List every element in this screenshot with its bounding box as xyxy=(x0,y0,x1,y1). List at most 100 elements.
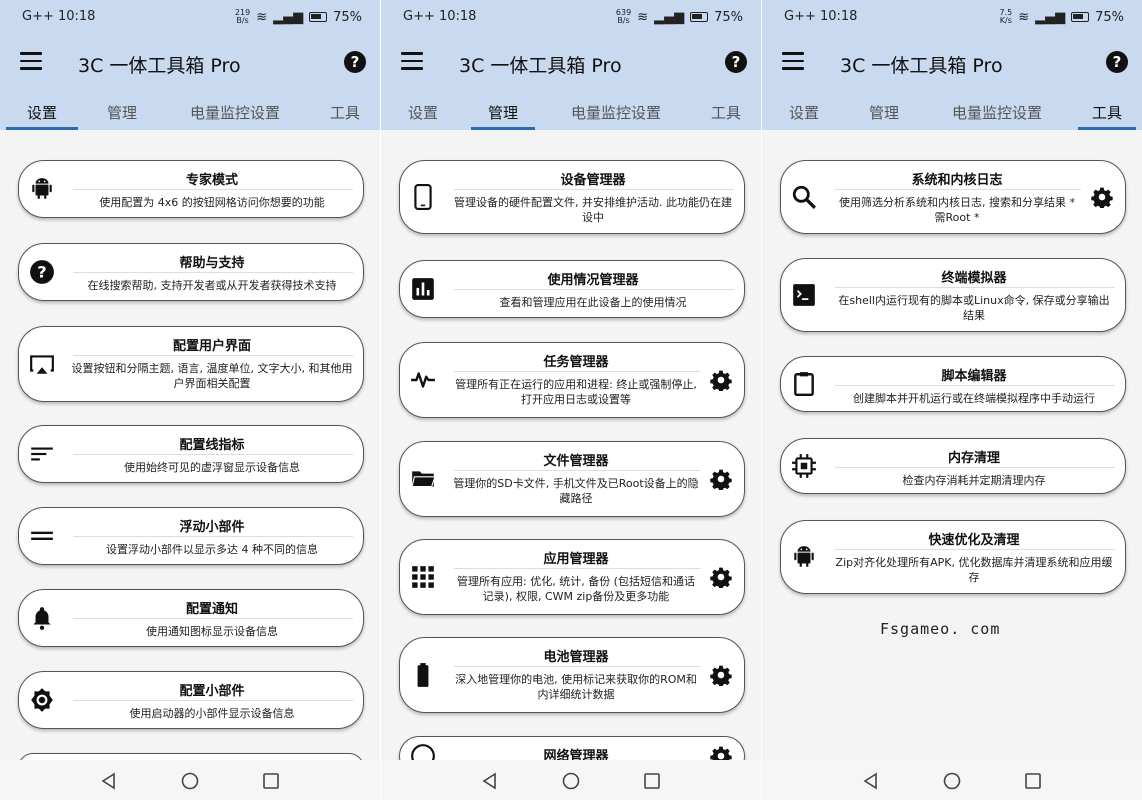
feature-card[interactable]: 系统和内核日志 使用筛选分析系统和内核日志, 搜索和分享结果 * 需Root * xyxy=(780,160,1126,234)
screen-1: G++ 10:18 219 B/s ≋ ▂▄▆ 75% 3C 一体工具箱 Pro … xyxy=(0,0,380,800)
tab-3[interactable]: 工具 xyxy=(1072,94,1142,130)
menu-icon[interactable] xyxy=(20,52,42,70)
tab-1[interactable]: 管理 xyxy=(846,94,922,130)
feature-description: 设置浮动小部件以显示多达 4 种不同的信息 xyxy=(106,543,318,556)
feature-title: 网络管理器 xyxy=(543,749,609,760)
feature-title: 帮助与支持 xyxy=(179,256,245,271)
menu-icon[interactable] xyxy=(782,52,804,70)
tab-3[interactable]: 工具 xyxy=(691,94,761,130)
feature-card[interactable]: 文件管理器 管理你的SD卡文件, 手机文件及已Root设备上的隐藏路径 xyxy=(399,441,745,517)
recents-icon[interactable] xyxy=(262,772,280,790)
recents-icon[interactable] xyxy=(1024,772,1042,790)
feature-title: 快速优化及清理 xyxy=(928,533,1020,548)
tab-0[interactable]: 设置 xyxy=(0,94,84,130)
app-bar: 3C 一体工具箱 Pro ? xyxy=(381,34,761,94)
feature-title: 脚本编辑器 xyxy=(941,369,1007,384)
feature-card[interactable]: 脚本编辑器 创建脚本并开机运行或在终端模拟程序中手动运行 xyxy=(780,356,1126,412)
feature-description: 使用通知图标显示设备信息 xyxy=(146,625,278,638)
feature-card[interactable]: ? 帮助与支持 在线搜索帮助, 支持开发者或从开发者获得技术支持 xyxy=(18,243,364,301)
feature-list: 设备管理器 管理设备的硬件配置文件, 并安排维护活动. 此功能仍在建设中 使用情… xyxy=(381,130,761,760)
nav-bar xyxy=(381,760,761,800)
tab-2[interactable]: 电量监控设置 xyxy=(541,94,691,130)
wifi-icon: ≋ xyxy=(256,9,268,25)
settings-gear-icon[interactable] xyxy=(710,566,732,590)
settings-gear-icon[interactable] xyxy=(710,468,732,492)
network-speed: 219 B/s xyxy=(234,8,251,25)
folder-icon xyxy=(410,466,436,492)
android-icon xyxy=(791,544,817,570)
tab-0[interactable]: 设置 xyxy=(381,94,465,130)
home-icon[interactable] xyxy=(562,772,580,790)
clipboard-icon xyxy=(791,371,817,397)
feature-card[interactable]: 内存清理 检查内存消耗并定期清理内存 xyxy=(780,438,1126,494)
feature-description: Zip对齐化处理所有APK, 优化数据库并清理系统和应用缓存 xyxy=(835,556,1113,584)
feature-card[interactable]: 配置通知 使用通知图标显示设备信息 xyxy=(18,589,364,647)
feature-description: 深入地管理你的电池, 使用标记来获取你的ROM和内详细统计数据 xyxy=(455,673,697,701)
back-icon[interactable] xyxy=(100,772,118,790)
home-icon[interactable] xyxy=(943,772,961,790)
signal-icon: ▂▄▆ xyxy=(1035,9,1066,25)
feature-card[interactable]: 设备管理器 管理设备的硬件配置文件, 并安排维护活动. 此功能仍在建设中 xyxy=(399,160,745,234)
help-icon[interactable]: ? xyxy=(725,51,747,73)
back-icon[interactable] xyxy=(481,772,499,790)
network-speed: 639 B/s xyxy=(615,8,632,25)
status-time: G++ 10:18 xyxy=(784,9,858,24)
feature-list: 专家模式 使用配置为 4x6 的按钮网格访问你想要的功能 ? 帮助与支持 在线搜… xyxy=(0,130,380,760)
feature-card[interactable]: 配置用户界面 设置按钮和分隔主题, 语言, 温度单位, 文字大小, 和其他用户界… xyxy=(18,326,364,402)
feature-title: 配置小部件 xyxy=(179,684,245,699)
feature-title: 文件管理器 xyxy=(543,454,609,469)
feature-title: 配置线指标 xyxy=(179,438,245,453)
feature-card[interactable]: 终端模拟器 在shell内运行现有的脚本或Linux命令, 保存或分享输出结果 xyxy=(780,258,1126,332)
feature-card[interactable]: 浮动小部件 设置浮动小部件以显示多达 4 种不同的信息 xyxy=(18,507,364,565)
feature-card[interactable] xyxy=(18,753,364,760)
feature-card[interactable]: 网络管理器 xyxy=(399,736,745,760)
feature-title: 终端模拟器 xyxy=(941,271,1007,286)
help-icon[interactable]: ? xyxy=(344,51,366,73)
battery-icon xyxy=(410,662,436,688)
help-icon[interactable]: ? xyxy=(1106,51,1128,73)
tab-bar: 设置 管理 电量监控设置 工具 xyxy=(762,94,1142,130)
svg-text:?: ? xyxy=(37,262,46,281)
tab-1[interactable]: 管理 xyxy=(84,94,160,130)
settings-gear-icon[interactable] xyxy=(710,664,732,688)
settings-gear-icon[interactable] xyxy=(710,745,732,760)
status-bar: G++ 10:18 7.5 K/s ≋ ▂▄▆ 75% xyxy=(762,0,1142,34)
feature-description: 设置按钮和分隔主题, 语言, 温度单位, 文字大小, 和其他用户界面相关配置 xyxy=(71,362,353,390)
tab-2[interactable]: 电量监控设置 xyxy=(160,94,310,130)
recents-icon[interactable] xyxy=(643,772,661,790)
app-bar: 3C 一体工具箱 Pro ? xyxy=(0,34,380,94)
network-speed: 7.5 K/s xyxy=(999,8,1013,25)
tab-0[interactable]: 设置 xyxy=(762,94,846,130)
feature-card[interactable]: 配置线指标 使用始终可见的虚浮窗显示设备信息 xyxy=(18,425,364,483)
help-circle-icon: ? xyxy=(29,259,55,285)
menu-icon[interactable] xyxy=(401,52,423,70)
tab-1[interactable]: 管理 xyxy=(465,94,541,130)
feature-description: 使用筛选分析系统和内核日志, 搜索和分享结果 * 需Root * xyxy=(839,196,1075,224)
settings-gear-icon[interactable] xyxy=(710,369,732,393)
feature-title: 设备管理器 xyxy=(560,173,626,188)
feature-title: 任务管理器 xyxy=(543,355,609,370)
feature-description: 使用配置为 4x6 的按钮网格访问你想要的功能 xyxy=(99,196,325,209)
feature-description: 在线搜索帮助, 支持开发者或从开发者获得技术支持 xyxy=(87,279,337,292)
wifi-icon: ≋ xyxy=(1018,9,1030,25)
feature-card[interactable]: 任务管理器 管理所有正在运行的应用和进程: 终止或强制停止, 打开应用日志或设置… xyxy=(399,342,745,418)
tab-2[interactable]: 电量监控设置 xyxy=(922,94,1072,130)
home-icon[interactable] xyxy=(181,772,199,790)
app-bar: 3C 一体工具箱 Pro ? xyxy=(762,34,1142,94)
battery-icon xyxy=(309,12,328,22)
feature-card[interactable]: 快速优化及清理 Zip对齐化处理所有APK, 优化数据库并清理系统和应用缓存 xyxy=(780,520,1126,594)
cast-screen-icon xyxy=(29,351,55,377)
chip-icon xyxy=(791,453,817,479)
grid-icon xyxy=(410,564,436,590)
back-icon[interactable] xyxy=(862,772,880,790)
feature-card[interactable]: 电池管理器 深入地管理你的电池, 使用标记来获取你的ROM和内详细统计数据 xyxy=(399,637,745,713)
feature-card[interactable]: 配置小部件 使用启动器的小部件显示设备信息 xyxy=(18,671,364,729)
terminal-icon xyxy=(791,282,817,308)
status-time: G++ 10:18 xyxy=(403,9,477,24)
feature-card[interactable]: 专家模式 使用配置为 4x6 的按钮网格访问你想要的功能 xyxy=(18,160,364,218)
tab-3[interactable]: 工具 xyxy=(310,94,380,130)
settings-gear-icon[interactable] xyxy=(1091,186,1113,210)
feature-card[interactable]: 应用管理器 管理所有应用: 优化, 统计, 备份 (包括短信和通话记录), 权限… xyxy=(399,539,745,615)
feature-title: 配置用户界面 xyxy=(172,339,251,354)
feature-card[interactable]: 使用情况管理器 查看和管理应用在此设备上的使用情况 xyxy=(399,260,745,318)
